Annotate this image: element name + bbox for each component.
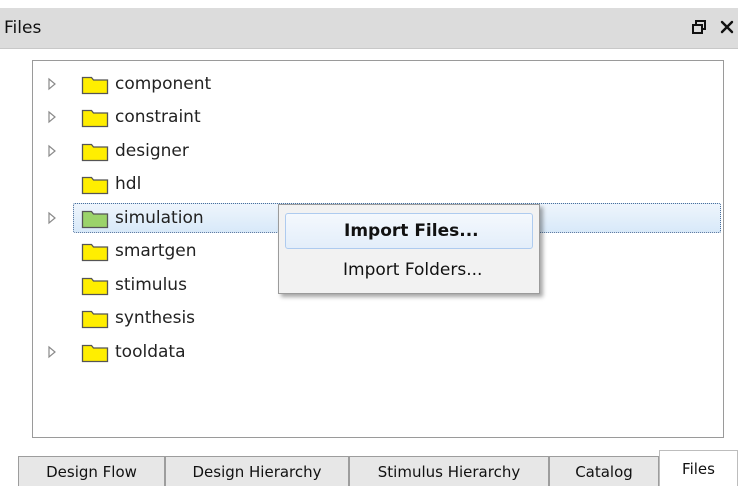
close-icon <box>720 20 734 34</box>
tab-design-flow[interactable]: Design Flow <box>18 456 165 486</box>
folder-icon <box>81 244 109 262</box>
tab-label: Stimulus Hierarchy <box>377 462 521 481</box>
folder-icon <box>81 277 109 295</box>
folder-icon <box>81 311 109 329</box>
tree-item-label: synthesis <box>115 308 196 329</box>
menu-item-label: Import Folders... <box>343 260 483 280</box>
menu-item-label: Import Files... <box>344 221 479 241</box>
tree-item-label: hdl <box>115 174 142 195</box>
close-button[interactable] <box>718 17 736 37</box>
expand-arrow-icon[interactable] <box>45 345 59 359</box>
menu-item-import-folders[interactable]: Import Folders... <box>285 252 533 288</box>
titlebar-controls <box>690 17 736 37</box>
restore-button[interactable] <box>690 17 708 37</box>
expand-arrow-icon[interactable] <box>45 211 59 225</box>
folder-icon <box>81 110 109 128</box>
tab-stimulus-hierarchy[interactable]: Stimulus Hierarchy <box>349 456 549 486</box>
tree-item-label: smartgen <box>115 241 197 262</box>
tab-label: Catalog <box>575 462 633 481</box>
tree-item-label: designer <box>115 140 189 161</box>
folder-icon <box>81 210 109 228</box>
tree-item-label: simulation <box>115 207 204 228</box>
tab-files[interactable]: Files <box>659 450 738 486</box>
context-menu: Import Files... Import Folders... <box>278 204 540 294</box>
tab-design-hierarchy[interactable]: Design Hierarchy <box>165 456 349 486</box>
folder-icon <box>81 177 109 195</box>
tree-item-label: stimulus <box>115 274 187 295</box>
tab-label: Design Flow <box>46 462 137 481</box>
bottom-tab-bar: Design Flow Design Hierarchy Stimulus Hi… <box>0 448 738 486</box>
tab-label: Design Hierarchy <box>192 462 322 481</box>
tab-catalog[interactable]: Catalog <box>549 456 659 486</box>
tree-item-tooldata[interactable]: tooldata <box>33 335 723 369</box>
panel-titlebar: Files <box>0 8 738 49</box>
menu-item-import-files[interactable]: Import Files... <box>285 213 533 249</box>
tree-item-label: tooldata <box>115 341 186 362</box>
tab-label: Files <box>682 459 715 478</box>
panel-title: Files <box>4 18 42 38</box>
tree-item-hdl[interactable]: hdl <box>33 168 723 202</box>
tree-item-synthesis[interactable]: synthesis <box>33 302 723 336</box>
folder-icon <box>81 76 109 94</box>
expand-arrow-icon[interactable] <box>45 110 59 124</box>
tree-item-label: component <box>115 73 212 94</box>
expand-arrow-icon[interactable] <box>45 144 59 158</box>
tree-item-designer[interactable]: designer <box>33 134 723 168</box>
tree-item-label: constraint <box>115 107 201 128</box>
folder-icon <box>81 143 109 161</box>
folder-icon <box>81 344 109 362</box>
expand-arrow-icon[interactable] <box>45 77 59 91</box>
tree-item-constraint[interactable]: constraint <box>33 101 723 135</box>
tree-item-component[interactable]: component <box>33 67 723 101</box>
restore-icon <box>692 20 706 34</box>
